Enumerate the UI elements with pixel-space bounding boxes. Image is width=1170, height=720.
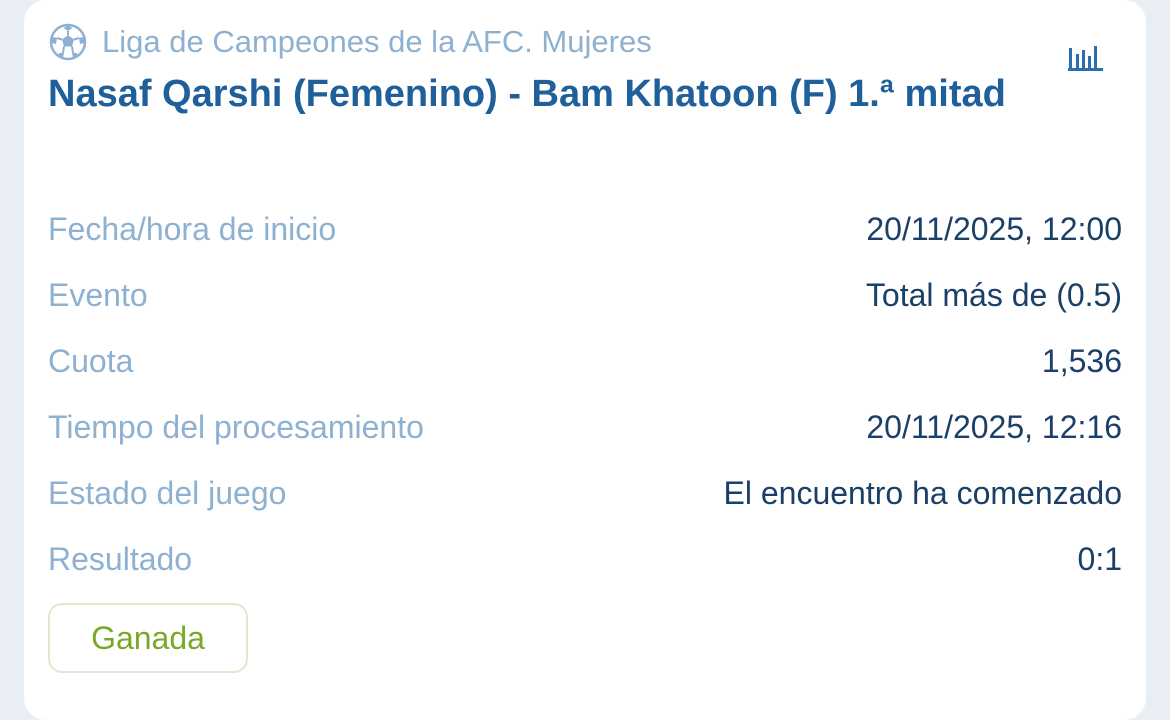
- game-status-value: El encuentro ha comenzado: [723, 474, 1122, 511]
- odds-value: 1,536: [1041, 342, 1122, 379]
- result-value: 0:1: [1077, 540, 1122, 577]
- processing-time-value: 20/11/2025, 12:16: [866, 408, 1122, 445]
- bet-card: Liga de Campeones de la AFC. Mujeres Nas…: [24, 0, 1146, 720]
- detail-row-start-time: Fecha/hora de inicio 20/11/2025, 12:00: [48, 196, 1122, 262]
- league-row: Liga de Campeones de la AFC. Mujeres: [48, 22, 652, 62]
- result-label: Resultado: [48, 540, 193, 577]
- status-badge: Ganada: [48, 603, 248, 673]
- bar-chart-icon[interactable]: [1067, 42, 1105, 72]
- processing-time-label: Tiempo del procesamiento: [48, 408, 424, 445]
- start-time-value: 20/11/2025, 12:00: [866, 210, 1122, 247]
- detail-row-odds: Cuota 1,536: [48, 328, 1122, 394]
- bet-details: Fecha/hora de inicio 20/11/2025, 12:00 E…: [48, 196, 1122, 592]
- detail-row-processing-time: Tiempo del procesamiento 20/11/2025, 12:…: [48, 394, 1122, 460]
- game-status-label: Estado del juego: [48, 474, 287, 511]
- detail-row-event: Evento Total más de (0.5): [48, 262, 1122, 328]
- event-label: Evento: [48, 276, 148, 313]
- odds-label: Cuota: [48, 342, 134, 379]
- start-time-label: Fecha/hora de inicio: [48, 210, 337, 247]
- detail-row-game-status: Estado del juego El encuentro ha comenza…: [48, 460, 1122, 526]
- event-value: Total más de (0.5): [865, 276, 1122, 313]
- soccer-ball-icon: [48, 22, 88, 62]
- detail-row-result: Resultado 0:1: [48, 526, 1122, 592]
- league-name: Liga de Campeones de la AFC. Mujeres: [102, 24, 652, 59]
- match-title: Nasaf Qarshi (Femenino) - Bam Khatoon (F…: [48, 73, 1006, 115]
